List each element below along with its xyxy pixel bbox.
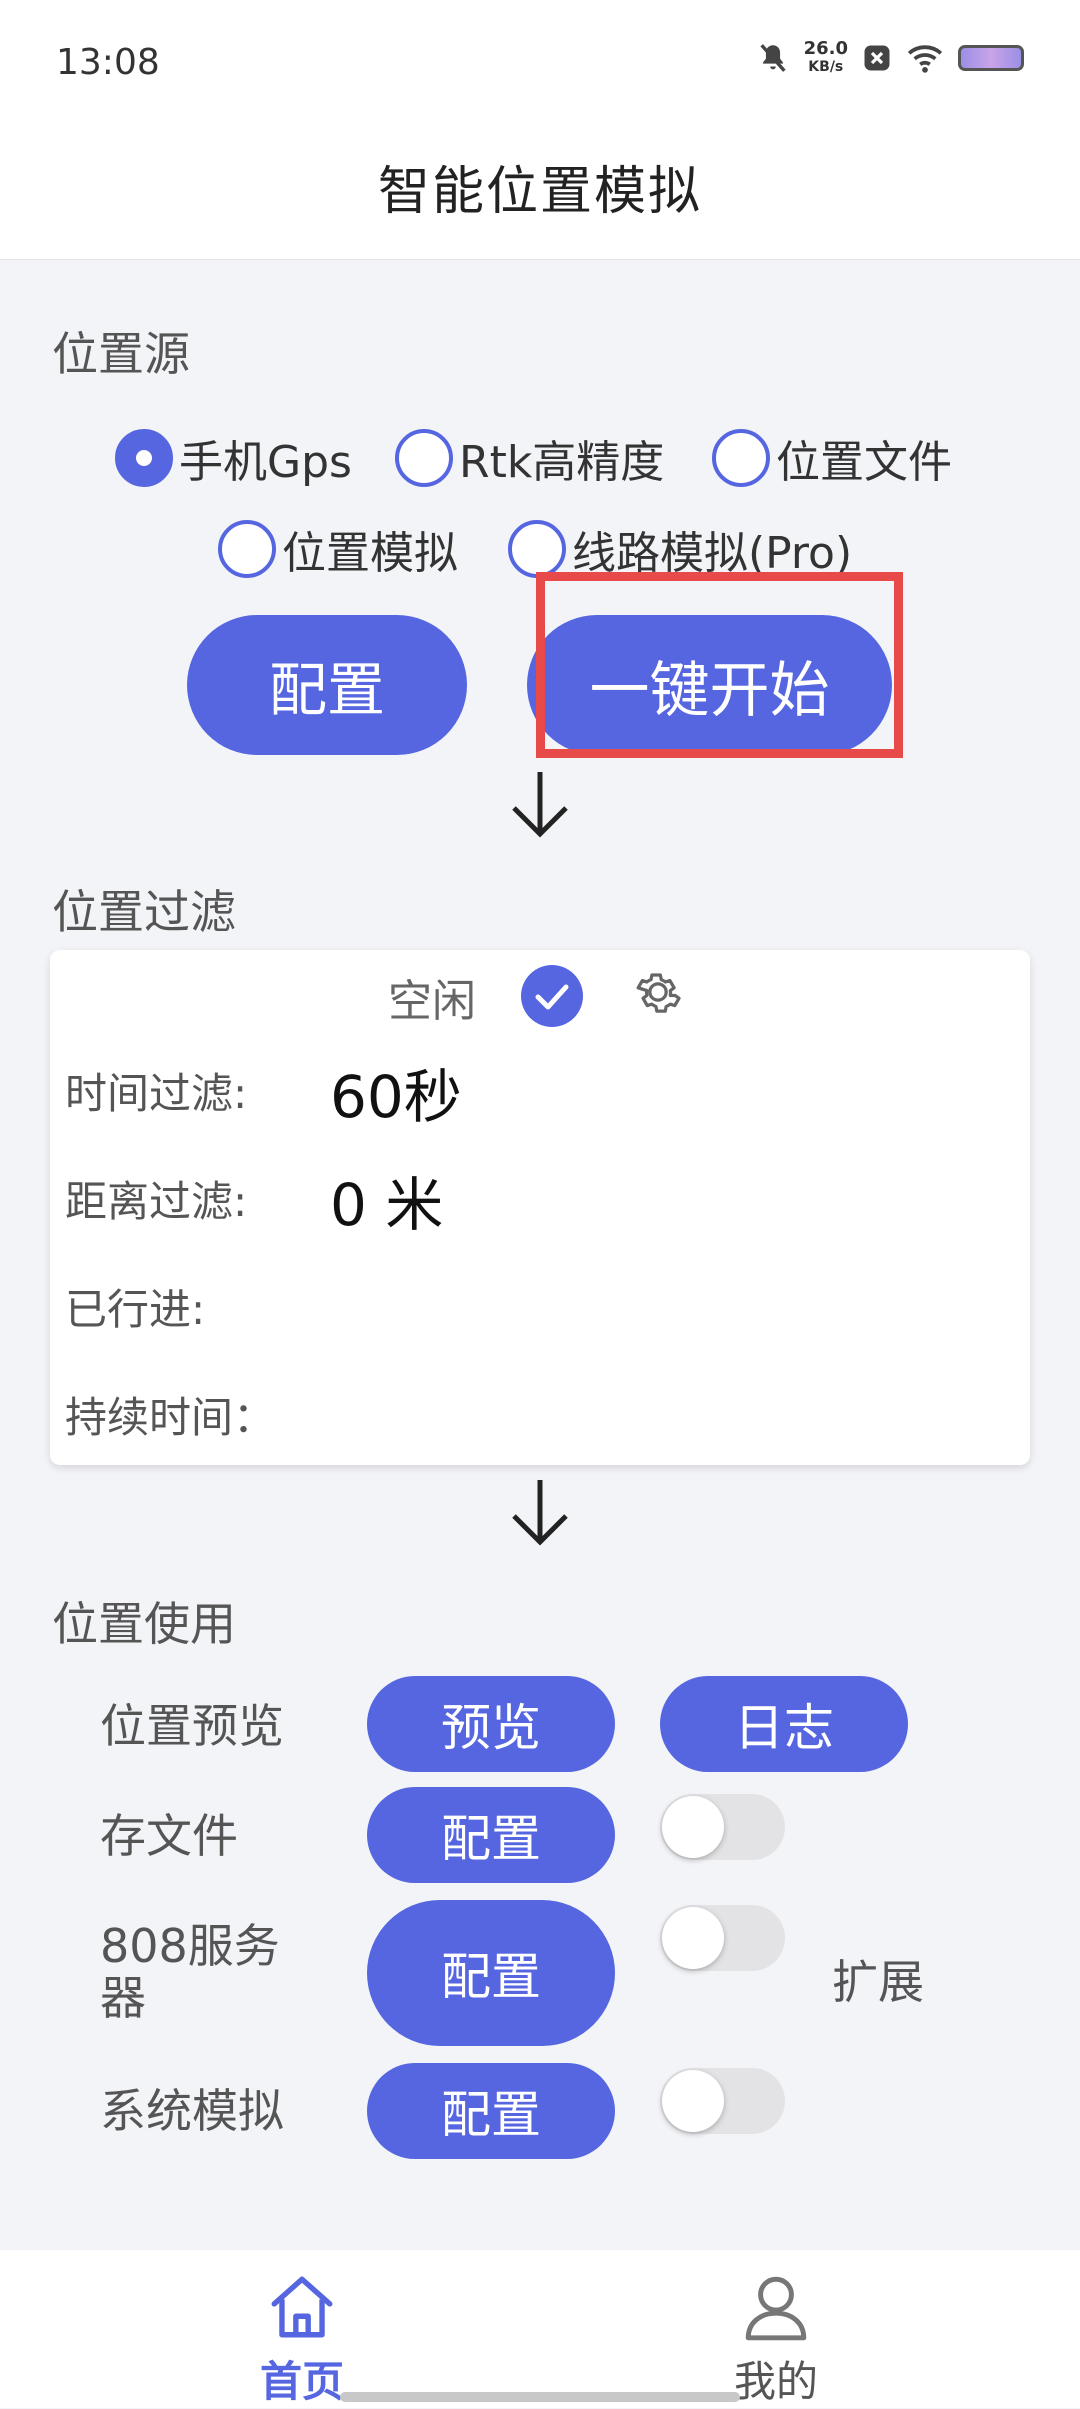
radio-rtk[interactable]: Rtk高精度	[395, 425, 664, 491]
save-file-label: 存文件	[100, 1809, 238, 1863]
wifi-icon	[907, 45, 943, 73]
toggle-knob	[662, 2070, 724, 2132]
radio-location-file[interactable]: 位置文件	[712, 425, 952, 491]
toggle-knob	[662, 1907, 724, 1969]
system-sim-label: 系统模拟	[100, 2084, 284, 2138]
server-808-toggle[interactable]	[660, 1905, 785, 1971]
home-indicator[interactable]	[340, 2392, 740, 2402]
radio-phone-gps[interactable]: 手机Gps	[115, 425, 352, 491]
net-speed-unit: KB/s	[808, 59, 844, 75]
nav-home[interactable]: 首页	[202, 2270, 402, 2409]
net-speed: 26.0 KB/s	[804, 40, 848, 76]
home-icon	[271, 2276, 333, 2338]
radio-label: 手机Gps	[179, 437, 352, 488]
page-title: 智能位置模拟	[377, 162, 702, 222]
highlight-box	[536, 572, 903, 758]
radio-label: 位置文件	[776, 437, 952, 488]
status-time: 13:08	[56, 42, 160, 83]
radio-location-sim[interactable]: 位置模拟	[218, 516, 458, 582]
battery-icon	[958, 45, 1024, 71]
system-sim-config-button[interactable]: 配置	[367, 2063, 615, 2159]
notification-x-icon	[864, 45, 890, 71]
source-config-button[interactable]: 配置	[187, 615, 467, 755]
status-icons: 26.0 KB/s	[756, 40, 1024, 76]
radio-empty-icon	[712, 429, 770, 487]
net-speed-value: 26.0	[803, 38, 848, 59]
time-filter-value: 60秒	[330, 1063, 462, 1131]
radio-selected-icon	[115, 429, 173, 487]
usage-section-title: 位置使用	[52, 1597, 236, 1651]
server-808-label: 808服务器	[100, 1919, 280, 2025]
server-808-config-button[interactable]: 配置	[367, 1900, 615, 2046]
app-header: 智能位置模拟	[0, 125, 1080, 260]
log-button[interactable]: 日志	[660, 1676, 908, 1772]
time-filter-label: 时间过滤:	[65, 1069, 248, 1118]
save-file-config-button[interactable]: 配置	[367, 1787, 615, 1883]
nav-mine[interactable]: 我的	[676, 2270, 876, 2409]
check-circle-icon[interactable]	[520, 964, 584, 1028]
radio-empty-icon	[508, 520, 566, 578]
source-section-title: 位置源	[52, 327, 190, 381]
distance-filter-value: 0 米	[330, 1171, 444, 1239]
down-arrow-icon	[512, 772, 568, 838]
filter-section-title: 位置过滤	[52, 885, 236, 939]
distance-filter-label: 距离过滤:	[65, 1177, 248, 1226]
system-sim-toggle[interactable]	[660, 2068, 785, 2134]
filter-card: 空闲 时间过滤: 60秒 距离过滤: 0 米 已行进: 持续时间：	[50, 950, 1030, 1465]
preview-button[interactable]: 预览	[367, 1676, 615, 1772]
radio-empty-icon	[395, 429, 453, 487]
mute-bell-icon	[759, 44, 786, 72]
preview-label: 位置预览	[100, 1699, 284, 1753]
radio-label: Rtk高精度	[459, 437, 665, 488]
down-arrow-icon	[512, 1480, 568, 1546]
toggle-knob	[662, 1796, 724, 1858]
bottom-nav: 首页 我的	[0, 2250, 1080, 2408]
radio-label: 位置模拟	[282, 528, 458, 579]
radio-empty-icon	[218, 520, 276, 578]
gear-icon[interactable]	[630, 964, 686, 1020]
status-bar: 13:08 26.0 KB/s	[0, 0, 1080, 125]
duration-label: 持续时间：	[65, 1393, 276, 1442]
filter-status: 空闲	[388, 976, 476, 1027]
traveled-label: 已行进:	[65, 1285, 206, 1334]
save-file-toggle[interactable]	[660, 1794, 785, 1860]
user-icon	[745, 2276, 807, 2341]
extend-button[interactable]: 扩展	[832, 1946, 924, 2012]
